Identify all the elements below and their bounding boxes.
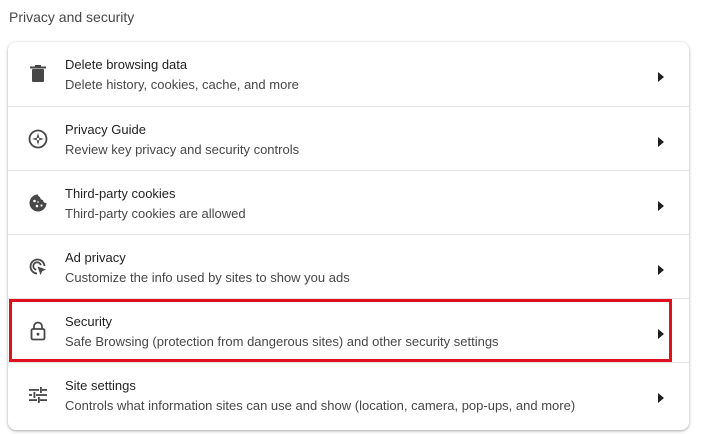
row-title: Site settings (65, 378, 136, 393)
settings-page: Privacy and security Delete browsing dat… (0, 0, 709, 434)
row-subtitle: Safe Browsing (protection from dangerous… (65, 334, 499, 349)
row-privacy-guide[interactable]: Privacy Guide Review key privacy and sec… (8, 106, 689, 170)
row-delete-browsing-data[interactable]: Delete browsing data Delete history, coo… (8, 42, 689, 106)
row-security[interactable]: Security Safe Browsing (protection from … (8, 298, 689, 362)
sliders-icon (28, 385, 48, 405)
arrow-right-icon (657, 262, 665, 275)
row-subtitle: Review key privacy and security controls (65, 142, 300, 157)
trash-icon (28, 64, 48, 84)
row-title: Privacy Guide (65, 122, 146, 137)
row-subtitle: Third-party cookies are allowed (65, 206, 246, 221)
lock-icon (28, 321, 48, 341)
row-subtitle: Controls what information sites can use … (65, 398, 576, 413)
arrow-right-icon (657, 134, 665, 147)
row-site-settings[interactable]: Site settings Controls what information … (8, 362, 689, 426)
arrow-right-icon (657, 326, 665, 339)
row-title: Third-party cookies (65, 186, 176, 201)
row-title: Delete browsing data (65, 57, 188, 72)
cookie-icon (28, 193, 48, 213)
section-title: Privacy and security (9, 9, 135, 25)
arrow-right-icon (657, 69, 665, 82)
privacy-security-card: Delete browsing data Delete history, coo… (8, 42, 689, 430)
row-subtitle: Customize the info used by sites to show… (65, 270, 350, 285)
row-subtitle: Delete history, cookies, cache, and more (65, 77, 299, 92)
compass-icon (28, 129, 48, 149)
ad-privacy-icon (28, 257, 48, 277)
row-ad-privacy[interactable]: Ad privacy Customize the info used by si… (8, 234, 689, 298)
arrow-right-icon (657, 198, 665, 211)
row-third-party-cookies[interactable]: Third-party cookies Third-party cookies … (8, 170, 689, 234)
arrow-right-icon (657, 390, 665, 403)
row-title: Security (65, 314, 112, 329)
row-title: Ad privacy (65, 250, 126, 265)
